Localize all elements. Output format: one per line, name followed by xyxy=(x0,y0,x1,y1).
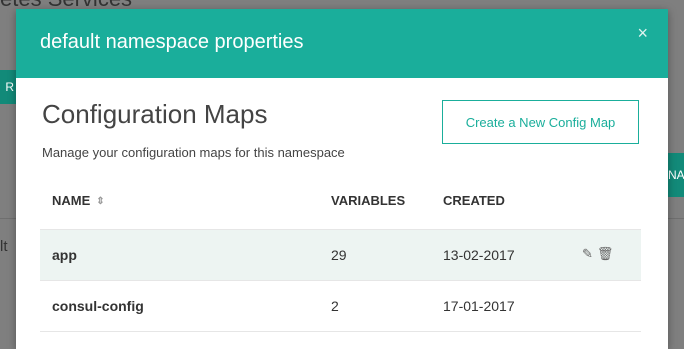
column-header-variables: VARIABLES xyxy=(331,193,406,208)
section-subtitle: Manage your configuration maps for this … xyxy=(42,145,345,160)
config-map-name[interactable]: app xyxy=(52,247,77,263)
config-map-name[interactable]: consul-config xyxy=(52,298,144,314)
config-map-variables: 2 xyxy=(331,298,339,314)
create-config-map-button[interactable]: Create a New Config Map xyxy=(442,100,639,144)
modal-title: default namespace properties xyxy=(40,31,304,53)
column-header-name-label: NAME xyxy=(52,193,91,208)
modal-header: default namespace properties × xyxy=(16,9,668,78)
column-header-created: CREATED xyxy=(443,193,505,208)
namespace-properties-modal: default namespace properties × Configura… xyxy=(16,9,668,349)
delete-icon[interactable]: 🗑 xyxy=(597,246,614,261)
background-tab-left: R xyxy=(0,70,16,104)
row-actions: ✎ 🗑 xyxy=(582,246,617,262)
table-row[interactable]: app 29 13-02-2017 ✎ 🗑 xyxy=(40,230,641,281)
config-maps-table: NAME ⇕ VARIABLES CREATED app 29 13-02-201… xyxy=(40,181,641,332)
config-map-created: 17-01-2017 xyxy=(443,298,515,314)
background-side-text: lt xyxy=(0,238,8,255)
close-icon[interactable]: × xyxy=(637,23,648,44)
table-row[interactable]: consul-config 2 17-01-2017 xyxy=(40,281,641,332)
column-header-name[interactable]: NAME ⇕ xyxy=(52,193,105,208)
table-header: NAME ⇕ VARIABLES CREATED xyxy=(40,181,641,230)
edit-icon[interactable]: ✎ xyxy=(582,246,593,261)
sort-icon[interactable]: ⇕ xyxy=(96,196,104,207)
config-map-variables: 29 xyxy=(331,247,347,263)
config-map-created: 13-02-2017 xyxy=(443,247,515,263)
section-title: Configuration Maps xyxy=(42,99,268,129)
background-tab-right: NA xyxy=(668,153,684,197)
